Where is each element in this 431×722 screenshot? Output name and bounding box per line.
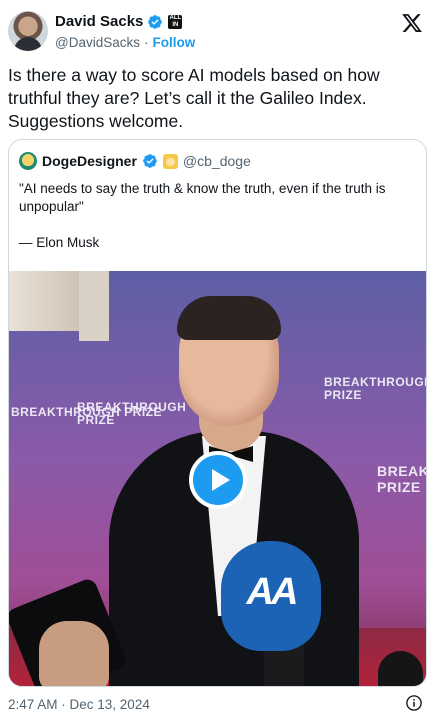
author-avatar[interactable] bbox=[8, 11, 48, 51]
background-pillar bbox=[9, 271, 79, 331]
tweet-text: Is there a way to score AI models based … bbox=[8, 65, 380, 131]
info-icon[interactable] bbox=[405, 694, 423, 712]
tweet-header: David Sacks ALL IN @DavidSacks · Follow bbox=[0, 0, 431, 60]
author-handle-row: @DavidSacks · Follow bbox=[55, 35, 195, 50]
follow-button[interactable]: Follow bbox=[152, 35, 195, 50]
author-display-name[interactable]: David Sacks bbox=[55, 13, 143, 30]
wall-logo-text: BREAKTHROUGH PRIZE bbox=[77, 400, 187, 427]
quoted-tweet[interactable]: DogeDesigner @cb_doge "AI needs to say t… bbox=[8, 139, 427, 687]
separator-dot: · bbox=[143, 35, 149, 50]
wall-logo-text: BREAKT PRIZE bbox=[377, 463, 426, 495]
background-pillar bbox=[79, 271, 109, 341]
quoted-avatar[interactable] bbox=[19, 152, 37, 170]
affiliate-badge[interactable]: ALL IN bbox=[168, 14, 183, 29]
hand bbox=[39, 621, 109, 686]
x-logo-icon[interactable] bbox=[401, 12, 423, 34]
quoted-quote-line: "AI needs to say the truth & know the tr… bbox=[19, 181, 386, 214]
quoted-attribution: — Elon Musk bbox=[19, 235, 100, 250]
affiliate-emoji-icon bbox=[162, 153, 178, 169]
play-icon bbox=[211, 469, 230, 491]
author-name-row: David Sacks ALL IN bbox=[55, 13, 183, 30]
quoted-handle[interactable]: @cb_doge bbox=[183, 153, 251, 169]
author-handle[interactable]: @DavidSacks bbox=[55, 35, 140, 50]
quoted-display-name[interactable]: DogeDesigner bbox=[42, 153, 137, 169]
tweet-timestamp[interactable]: 2:47 AM · Dec 13, 2024 bbox=[8, 697, 150, 712]
microphone-logo: AA bbox=[246, 571, 299, 613]
quoted-header: DogeDesigner @cb_doge bbox=[19, 152, 251, 170]
verified-badge-icon bbox=[148, 14, 163, 29]
person-hair bbox=[177, 296, 281, 340]
wall-logo-text: BREAKTHROUGH PRIZE bbox=[324, 375, 427, 402]
play-button[interactable] bbox=[189, 451, 247, 509]
quoted-text: "AI needs to say the truth & know the tr… bbox=[19, 180, 419, 270]
video-player[interactable]: BREAKTHROUGH PRIZE BREAKTHROUGH PRIZE BR… bbox=[9, 271, 427, 686]
verified-badge-icon bbox=[143, 154, 157, 168]
